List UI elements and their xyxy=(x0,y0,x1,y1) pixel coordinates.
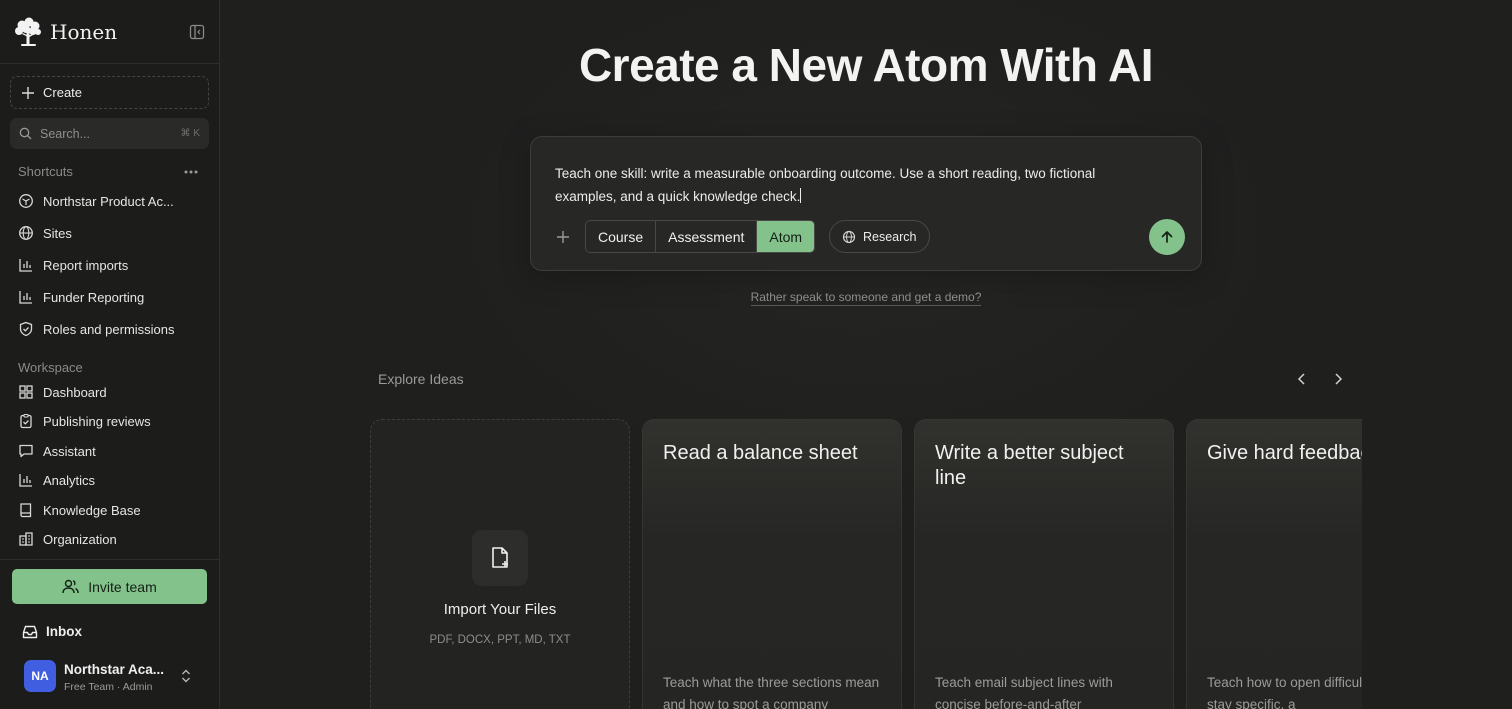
sidebar-item-label: Northstar Product Ac... xyxy=(43,193,174,209)
create-button[interactable]: Create xyxy=(10,76,209,109)
import-files-formats: PDF, DOCX, PPT, MD, TXT xyxy=(429,634,571,646)
arrow-up-icon xyxy=(1161,231,1173,243)
search-icon xyxy=(19,127,32,140)
sidebar: Honen Create Search... ⌘ K Shortcuts Nor… xyxy=(0,0,220,709)
sidebar-item-label: Dashboard xyxy=(43,384,107,400)
brand[interactable]: Honen xyxy=(12,16,117,48)
sidebar-item-label: Analytics xyxy=(43,472,96,488)
idea-card[interactable]: Read a balance sheet Teach what the thre… xyxy=(642,419,902,709)
mode-course-button[interactable]: Course xyxy=(586,221,657,252)
idea-card[interactable]: Write a better subject line Teach email … xyxy=(914,419,1174,709)
inbox-icon xyxy=(22,625,38,638)
divider xyxy=(0,559,219,560)
sidebar-item-label: Sites xyxy=(43,225,72,241)
ideas-carousel: Import Your Files PDF, DOCX, PPT, MD, TX… xyxy=(370,419,1362,709)
globe-icon xyxy=(19,226,33,240)
create-label: Create xyxy=(43,85,83,100)
chat-icon xyxy=(19,444,33,458)
import-files-title: Import Your Files xyxy=(443,601,557,618)
prompt-text: Teach one skill: write a measurable onbo… xyxy=(555,166,1096,204)
search-placeholder: Search... xyxy=(40,126,91,141)
demo-link[interactable]: Rather speak to someone and get a demo? xyxy=(750,290,982,306)
account-plan: Free Team · Admin xyxy=(64,681,153,693)
attach-plus-icon[interactable] xyxy=(555,229,571,245)
research-label: Research xyxy=(863,229,917,244)
divider xyxy=(0,63,219,64)
sidebar-item-label: Funder Reporting xyxy=(43,289,145,305)
sidebar-item-label: Knowledge Base xyxy=(43,502,141,518)
shortcuts-heading: Shortcuts xyxy=(18,164,73,179)
inbox-label: Inbox xyxy=(46,624,82,639)
more-dots-icon[interactable] xyxy=(183,168,199,176)
idea-card-title: Give hard feedback xyxy=(1207,442,1362,464)
bar-chart-icon xyxy=(19,474,32,487)
invite-team-label: Invite team xyxy=(88,578,157,595)
building-icon xyxy=(19,532,33,546)
avatar: NA xyxy=(24,660,56,692)
sidebar-item-dashboard[interactable]: Dashboard xyxy=(18,381,208,403)
search-shortcut: ⌘ K xyxy=(180,128,200,139)
sidebar-item-report-imports[interactable]: Report imports xyxy=(18,254,208,276)
chevron-up-down-icon xyxy=(182,669,190,683)
plus-icon xyxy=(22,86,34,99)
chevron-right-icon[interactable] xyxy=(1330,371,1346,387)
sidebar-item-label: Roles and permissions xyxy=(43,321,175,337)
sidebar-item-label: Organization xyxy=(43,531,117,547)
sidebar-item-publishing-reviews[interactable]: Publishing reviews xyxy=(18,410,208,432)
account-name: Northstar Aca... xyxy=(64,662,165,677)
tree-logo-icon xyxy=(15,17,41,46)
text-caret xyxy=(800,188,802,203)
mode-assessment-button[interactable]: Assessment xyxy=(656,221,758,252)
sidebar-item-label: Assistant xyxy=(43,443,96,459)
idea-card-description: Teach email subject lines with concise b… xyxy=(935,675,1113,709)
idea-card-description: Teach how to open difficult feedback, st… xyxy=(1207,675,1362,709)
shield-check-icon xyxy=(19,321,33,337)
sidebar-item-roles-permissions[interactable]: Roles and permissions xyxy=(18,318,208,340)
workspace-heading: Workspace xyxy=(18,360,83,375)
prompt-input[interactable]: Teach one skill: write a measurable onbo… xyxy=(555,162,1155,208)
research-toggle[interactable]: Research xyxy=(829,220,930,253)
sidebar-item-knowledge-base[interactable]: Knowledge Base xyxy=(18,499,208,521)
sidebar-item-analytics[interactable]: Analytics xyxy=(18,469,208,491)
sidebar-item-label: Publishing reviews xyxy=(43,413,151,429)
brand-name: Honen xyxy=(50,20,118,44)
prompt-composer: Teach one skill: write a measurable onbo… xyxy=(530,136,1202,271)
globe-icon xyxy=(842,230,856,243)
mode-selector: Course Assessment Atom xyxy=(585,220,816,253)
explore-ideas-heading: Explore Ideas xyxy=(378,371,464,387)
file-plus-icon xyxy=(492,547,508,568)
import-files-card[interactable]: Import Your Files PDF, DOCX, PPT, MD, TX… xyxy=(370,419,630,709)
book-icon xyxy=(20,503,32,518)
invite-team-button[interactable]: Invite team xyxy=(12,569,207,604)
sidebar-item-assistant[interactable]: Assistant xyxy=(18,440,208,462)
sidebar-item-organization[interactable]: Organization xyxy=(18,528,208,550)
file-plus-icon-wrap xyxy=(472,530,528,586)
idea-card-description: Teach what the three sections mean and h… xyxy=(663,675,880,709)
sidebar-item-label: Report imports xyxy=(43,257,129,273)
sidebar-item-funder-reporting[interactable]: Funder Reporting xyxy=(18,286,208,308)
clipboard-check-icon xyxy=(20,413,32,429)
chevron-left-icon[interactable] xyxy=(1294,371,1310,387)
bar-chart-icon xyxy=(19,259,32,272)
mode-atom-button[interactable]: Atom xyxy=(757,221,815,252)
box-icon xyxy=(19,194,33,208)
account-switcher[interactable]: NA Northstar Aca... Free Team · Admin xyxy=(24,660,200,694)
idea-card[interactable]: Give hard feedback Teach how to open dif… xyxy=(1186,419,1362,709)
grid-icon xyxy=(19,385,33,399)
sidebar-item-sites[interactable]: Sites xyxy=(18,222,208,244)
users-icon xyxy=(62,579,79,594)
sidebar-collapse-icon[interactable] xyxy=(189,24,205,40)
page-title: Create a New Atom With AI xyxy=(578,39,1154,91)
send-button[interactable] xyxy=(1149,219,1185,255)
inbox-link[interactable]: Inbox xyxy=(22,624,82,639)
demo-link-wrap: Rather speak to someone and get a demo? xyxy=(220,290,1512,306)
idea-card-title: Read a balance sheet xyxy=(663,442,858,464)
search-input[interactable]: Search... ⌘ K xyxy=(10,118,209,149)
main-content: Create a New Atom With AI Teach one skil… xyxy=(220,0,1512,709)
bar-chart-icon xyxy=(19,291,32,304)
idea-card-title: Write a better subject line xyxy=(935,442,1124,489)
sidebar-item-northstar-product[interactable]: Northstar Product Ac... xyxy=(18,190,208,212)
